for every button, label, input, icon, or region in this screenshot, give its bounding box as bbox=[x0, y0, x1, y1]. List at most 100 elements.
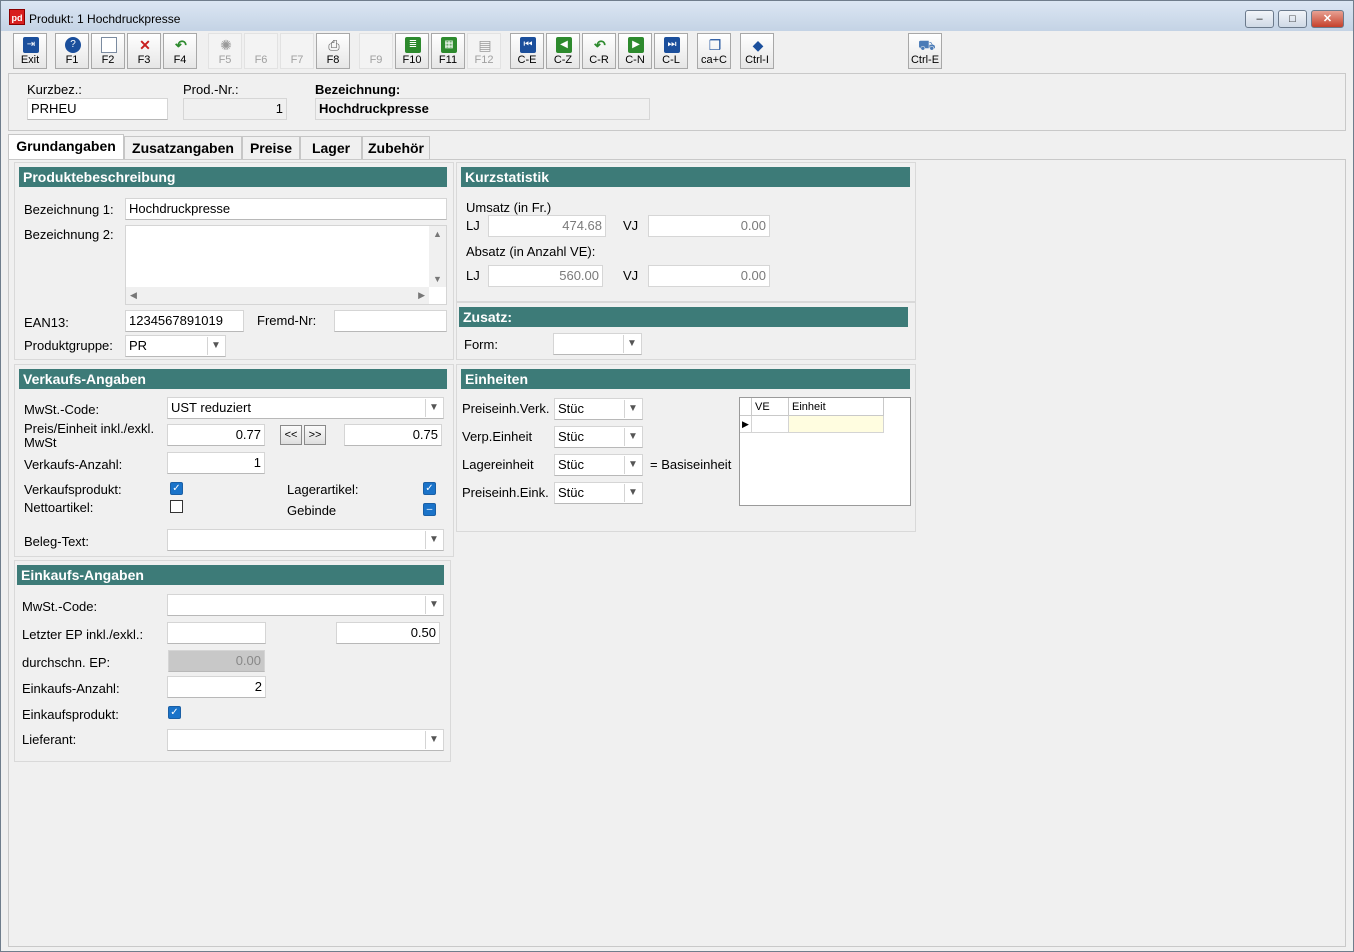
einkaufsprodukt-label: Einkaufsprodukt: bbox=[22, 707, 119, 722]
copy-button[interactable]: ❐ ca+C bbox=[697, 33, 731, 69]
grid-header-ve[interactable]: VE bbox=[752, 398, 789, 416]
scroll-down-icon[interactable]: ▼ bbox=[429, 274, 446, 284]
produktbeschreibung-title: Produktebeschreibung bbox=[19, 167, 447, 187]
tab-zubehoer[interactable]: Zubehör bbox=[362, 136, 430, 160]
f8-print-button[interactable]: ⎙ F8 bbox=[316, 33, 350, 69]
exit-button[interactable]: ⇥ Exit bbox=[13, 33, 47, 69]
durchschn-ep-field: 0.00 bbox=[168, 650, 265, 672]
chevron-down-icon[interactable]: ▼ bbox=[624, 428, 641, 446]
chevron-down-icon[interactable]: ▼ bbox=[624, 484, 641, 502]
f5-button[interactable]: ✺ F5 bbox=[208, 33, 242, 69]
ce-label: C-E bbox=[517, 54, 537, 66]
form-select[interactable]: ▼ bbox=[553, 333, 642, 355]
close-button[interactable]: ✕ bbox=[1311, 10, 1344, 28]
f11-button[interactable]: ▦ F11 bbox=[431, 33, 465, 69]
preiseinh-verk-select[interactable]: Stüc ▼ bbox=[554, 398, 643, 420]
maximize-button[interactable]: □ bbox=[1278, 10, 1307, 28]
preiseinh-eink-value: Stüc bbox=[558, 485, 585, 500]
verkauf-mwst-value: UST reduziert bbox=[171, 400, 251, 415]
preis-exkl-field[interactable]: 0.75 bbox=[344, 424, 442, 446]
f1-label: F1 bbox=[65, 54, 79, 66]
tab-lager[interactable]: Lager bbox=[300, 136, 362, 160]
chevron-down-icon[interactable]: ▼ bbox=[425, 531, 442, 549]
kurzbez-label: Kurzbez.: bbox=[27, 82, 82, 97]
grid-header-einheit[interactable]: Einheit bbox=[789, 398, 884, 416]
letzter-ep-exkl-field[interactable]: 0.50 bbox=[336, 622, 440, 644]
ctrl-e-button[interactable]: ⛟ Ctrl-E bbox=[908, 33, 942, 69]
f1-help-button[interactable]: ? F1 bbox=[55, 33, 89, 69]
scroll-left-icon[interactable]: ◀ bbox=[130, 290, 137, 301]
shift-right-button[interactable]: >> bbox=[304, 425, 326, 445]
f3-delete-button[interactable]: ✕ F3 bbox=[127, 33, 161, 69]
chevron-down-icon[interactable]: ▼ bbox=[425, 399, 442, 417]
lagerartikel-checkbox[interactable]: ✓ bbox=[423, 482, 436, 495]
belegtext-select[interactable]: ▼ bbox=[167, 529, 444, 551]
chevron-down-icon[interactable]: ▼ bbox=[207, 337, 224, 355]
einkauf-group: Einkaufs-Angaben MwSt.-Code: ▼ Letzter E… bbox=[14, 560, 451, 762]
minimize-button[interactable]: ‒ bbox=[1245, 10, 1274, 28]
produktgruppe-select[interactable]: PR ▼ bbox=[125, 335, 226, 357]
f7-button[interactable]: F7 bbox=[280, 33, 314, 69]
verp-einheit-select[interactable]: Stüc ▼ bbox=[554, 426, 643, 448]
bez2-memo[interactable]: ▲ ▼ ◀ ▶ bbox=[125, 225, 447, 305]
f2-new-button[interactable]: F2 bbox=[91, 33, 125, 69]
bez2-vertical-scrollbar[interactable]: ▲ ▼ bbox=[429, 226, 446, 287]
umsatz-label: Umsatz (in Fr.) bbox=[466, 200, 552, 215]
f12-label: F12 bbox=[474, 54, 494, 66]
tab-zusatzangaben[interactable]: Zusatzangaben bbox=[124, 136, 242, 160]
preis-inkl-field[interactable]: 0.77 bbox=[167, 424, 265, 446]
verkaufsprodukt-label: Verkaufsprodukt: bbox=[24, 482, 122, 497]
gebinde-checkbox[interactable]: – bbox=[423, 503, 436, 516]
kurzbez-field[interactable]: PRHEU bbox=[27, 98, 168, 120]
ean-field[interactable]: 1234567891019 bbox=[125, 310, 244, 332]
preiseinh-eink-label: Preiseinh.Eink. bbox=[462, 485, 549, 500]
help-icon: ? bbox=[65, 37, 81, 53]
grid-cell-einheit[interactable] bbox=[789, 416, 884, 433]
kurzstatistik-group: Kurzstatistik Umsatz (in Fr.) LJ 474.68 … bbox=[456, 162, 916, 302]
einheiten-grid[interactable]: VE Einheit ▶ bbox=[739, 397, 911, 506]
f6-button[interactable]: F6 bbox=[244, 33, 278, 69]
scroll-up-icon[interactable]: ▲ bbox=[429, 229, 446, 239]
grid-cell-ve[interactable] bbox=[752, 416, 789, 433]
einkauf-mwst-select[interactable]: ▼ bbox=[167, 594, 444, 616]
umsatz-vj-label: VJ bbox=[623, 218, 639, 233]
f4-button[interactable]: ↶ F4 bbox=[163, 33, 197, 69]
verkauf-mwst-select[interactable]: UST reduziert ▼ bbox=[167, 397, 444, 419]
form-label: Form: bbox=[464, 337, 498, 352]
tab-preise[interactable]: Preise bbox=[242, 136, 300, 160]
return-button[interactable]: ↶ C-R bbox=[582, 33, 616, 69]
first-record-button[interactable]: ⏮ C-E bbox=[510, 33, 544, 69]
fremdnr-field[interactable] bbox=[334, 310, 447, 332]
letzter-ep-inkl-field[interactable] bbox=[167, 622, 266, 644]
last-record-button[interactable]: ⏭ C-L bbox=[654, 33, 688, 69]
bez2-horizontal-scrollbar[interactable]: ◀ ▶ bbox=[126, 287, 429, 304]
preiseinh-eink-select[interactable]: Stüc ▼ bbox=[554, 482, 643, 504]
verp-einheit-label: Verp.Einheit bbox=[462, 429, 533, 444]
einkaufsprodukt-checkbox[interactable]: ✓ bbox=[168, 706, 181, 719]
f9-button[interactable]: F9 bbox=[359, 33, 393, 69]
einkauf-anzahl-field[interactable]: 2 bbox=[167, 676, 266, 698]
previous-record-button[interactable]: ◀ C-Z bbox=[546, 33, 580, 69]
chevron-down-icon[interactable]: ▼ bbox=[624, 400, 641, 418]
f10-button[interactable]: ≣ F10 bbox=[395, 33, 429, 69]
chevron-down-icon[interactable]: ▼ bbox=[425, 596, 442, 614]
ctrl-i-button[interactable]: ◆ Ctrl-I bbox=[740, 33, 774, 69]
f12-button[interactable]: ▤ F12 bbox=[467, 33, 501, 69]
einheiten-title: Einheiten bbox=[461, 369, 910, 389]
chevron-down-icon[interactable]: ▼ bbox=[623, 335, 640, 353]
lieferant-select[interactable]: ▼ bbox=[167, 729, 444, 751]
chevron-down-icon[interactable]: ▼ bbox=[624, 456, 641, 474]
nettoartikel-checkbox[interactable] bbox=[170, 500, 183, 513]
verkauf-group: Verkaufs-Angaben MwSt.-Code: UST reduzie… bbox=[14, 364, 454, 557]
lagereinheit-select[interactable]: Stüc ▼ bbox=[554, 454, 643, 476]
bez1-field[interactable]: Hochdruckpresse bbox=[125, 198, 447, 220]
scroll-right-icon[interactable]: ▶ bbox=[418, 290, 425, 301]
verkauf-anzahl-field[interactable]: 1 bbox=[167, 452, 265, 474]
lieferant-label: Lieferant: bbox=[22, 732, 77, 747]
verkaufsprodukt-checkbox[interactable]: ✓ bbox=[170, 482, 183, 495]
next-record-button[interactable]: ▶ C-N bbox=[618, 33, 652, 69]
delete-x-icon: ✕ bbox=[139, 37, 151, 53]
tab-grundangaben[interactable]: Grundangaben bbox=[8, 134, 124, 161]
shift-left-button[interactable]: << bbox=[280, 425, 302, 445]
chevron-down-icon[interactable]: ▼ bbox=[425, 731, 442, 749]
